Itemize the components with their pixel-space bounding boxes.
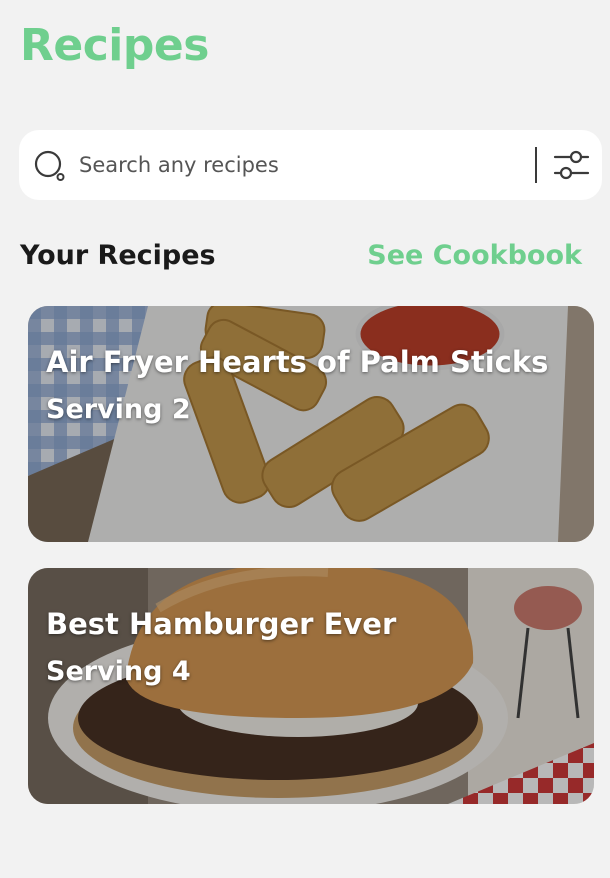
- section-title: Your Recipes: [20, 240, 216, 271]
- filter-button[interactable]: [551, 145, 593, 185]
- filter-sliders-icon: [551, 150, 593, 189]
- see-cookbook-link[interactable]: See Cookbook: [367, 236, 582, 276]
- recipe-serving: Serving 2: [46, 394, 191, 425]
- recipe-serving: Serving 4: [46, 656, 191, 687]
- recipe-title: Best Hamburger Ever: [46, 607, 397, 641]
- search-icon: [33, 149, 67, 183]
- search-divider: [535, 147, 537, 183]
- search-bar[interactable]: [19, 130, 602, 200]
- recipe-card[interactable]: Best Hamburger Ever Serving 4: [28, 568, 594, 804]
- recipe-title: Air Fryer Hearts of Palm Sticks: [46, 345, 549, 379]
- recipe-card[interactable]: Air Fryer Hearts of Palm Sticks Serving …: [28, 306, 594, 542]
- page-title: Recipes: [20, 20, 209, 71]
- search-input[interactable]: [79, 147, 519, 183]
